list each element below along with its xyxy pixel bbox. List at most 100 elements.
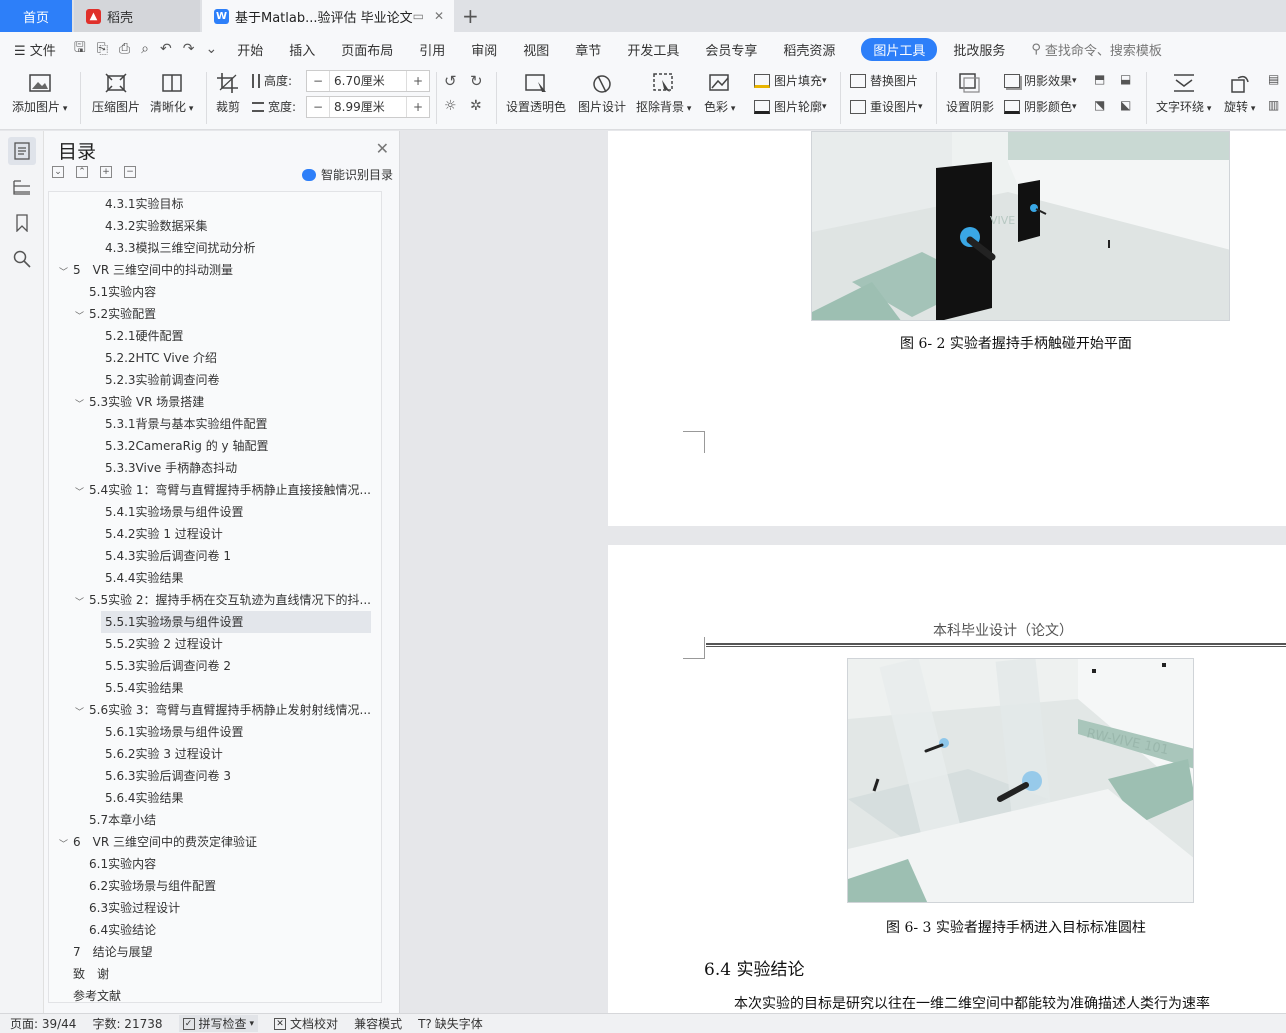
redo-icon[interactable]: ↷ [183, 41, 195, 57]
toc-item[interactable]: 5.6.2实验 3 过程设计 [105, 743, 375, 765]
rotate-button[interactable]: 旋转 ▾ [1224, 72, 1255, 115]
toc-item[interactable]: 5.3.2CameraRig 的 y 轴配置 [105, 435, 375, 457]
compress-picture-button[interactable]: 压缩图片 [92, 72, 140, 115]
figure-6-3-image[interactable]: RW-VIVE 101 [847, 658, 1194, 903]
width-decrease-button[interactable]: − [307, 100, 329, 114]
cloud-sync-icon[interactable]: ▭ [413, 9, 424, 23]
toc-item[interactable]: 4.3.3模拟三维空间扰动分析 [105, 237, 375, 259]
toc-expand-chevron-icon[interactable]: ﹀ [59, 265, 68, 278]
menu-page-layout[interactable]: 页面布局 [341, 40, 393, 59]
toc-item[interactable]: 5.2.3实验前调查问卷 [105, 369, 375, 391]
toc-item[interactable]: 6.4实验结论 [89, 919, 375, 941]
menu-daoke-resources[interactable]: 稻壳资源 [783, 40, 835, 59]
toc-item[interactable]: 5.3.3Vive 手柄静态抖动 [105, 457, 375, 479]
height-increase-button[interactable]: + [407, 74, 429, 88]
toc-item[interactable]: 5.4.2实验 1 过程设计 [105, 523, 375, 545]
smart-toc-button[interactable]: 智能识别目录 [301, 166, 393, 183]
undo-icon[interactable]: ↶ [160, 41, 172, 57]
toc-item[interactable]: 5.1实验内容 [89, 281, 375, 303]
toc-item[interactable]: 5.5.2实验 2 过程设计 [105, 633, 375, 655]
toc-icon[interactable] [8, 137, 36, 165]
add-picture-button[interactable]: 添加图片 ▾ [12, 72, 67, 115]
menu-insert[interactable]: 插入 [289, 40, 315, 59]
document-canvas[interactable]: VIVE 图 6- 2 实验者握持手柄触碰开始平面 本科毕业设计（论文） RW-… [401, 131, 1286, 1013]
toc-item[interactable]: 5.6.4实验结果 [105, 787, 375, 809]
toc-expand-chevron-icon[interactable]: ﹀ [75, 705, 84, 718]
toc-item[interactable]: 5.5.3实验后调查问卷 2 [105, 655, 375, 677]
group-icon[interactable]: ▥ [1268, 98, 1279, 112]
shadow-effect-button[interactable]: 阴影效果 ▾ [1004, 72, 1077, 89]
picture-design-button[interactable]: 图片设计 [578, 72, 626, 115]
spell-check-button[interactable]: ✓ 拼写检查 ▾ [178, 1015, 259, 1032]
toc-item[interactable]: 5.2.1硬件配置 [105, 325, 375, 347]
new-tab-button[interactable]: + [462, 4, 479, 28]
rotate-left-icon[interactable]: ↺ [444, 72, 457, 90]
picture-outline-button[interactable]: 图片轮廓 ▾ [754, 98, 827, 115]
toc-item[interactable]: 5.4实验 1：弯臂与直臂握持手柄静止直接接触情况... [89, 479, 375, 501]
toc-expand-chevron-icon[interactable]: ﹀ [75, 309, 84, 322]
toc-item[interactable]: 5.5.4实验结果 [105, 677, 375, 699]
toc-close-icon[interactable]: ✕ [376, 139, 389, 158]
toc-expand-chevron-icon[interactable]: ﹀ [75, 595, 84, 608]
command-search[interactable]: ⚲ 查找命令、搜索模板 [1031, 40, 1162, 59]
menu-section[interactable]: 章节 [575, 40, 601, 59]
expand-icon[interactable]: ⌄ [52, 166, 64, 178]
picture-fill-button[interactable]: 图片填充 ▾ [754, 72, 827, 89]
shadow-right-icon[interactable]: ⬓ [1120, 72, 1131, 86]
compat-mode[interactable]: 兼容模式 [354, 1015, 402, 1032]
width-value[interactable]: 8.99厘米 [329, 97, 407, 117]
collapse-icon[interactable]: ⌃ [76, 166, 88, 178]
toc-item[interactable]: 6.2实验场景与组件配置 [89, 875, 375, 897]
find-icon[interactable] [8, 245, 36, 273]
menu-start[interactable]: 开始 [237, 40, 263, 59]
set-transparent-button[interactable]: 设置透明色 [506, 72, 566, 115]
height-spinner[interactable]: − 6.70厘米 + [306, 70, 430, 92]
toc-item[interactable]: 7 结论与展望 [73, 941, 375, 963]
reset-picture-button[interactable]: 重设图片 ▾ [850, 98, 923, 115]
word-count[interactable]: 字数: 21738 [92, 1015, 162, 1032]
set-shadow-button[interactable]: 设置阴影 [946, 72, 994, 115]
document-page[interactable]: 本科毕业设计（论文） RW-VIVE 101 图 6- 3 实验者握持手柄进入目… [608, 545, 1286, 1013]
menu-references[interactable]: 引用 [419, 40, 445, 59]
page-indicator[interactable]: 页面: 39/44 [10, 1015, 76, 1032]
missing-font-button[interactable]: T? 缺失字体 [418, 1015, 483, 1032]
toc-item[interactable]: 5.7本章小结 [89, 809, 375, 831]
preview-icon[interactable]: ⌕ [141, 41, 149, 57]
width-spinner[interactable]: − 8.99厘米 + [306, 96, 430, 118]
toc-item[interactable]: 5 VR 三维空间中的抖动测量 [73, 259, 375, 281]
add-heading-icon[interactable]: + [100, 166, 112, 178]
shadow-left-icon[interactable]: ⬔ [1094, 98, 1105, 112]
toc-item[interactable]: 5.3实验 VR 场景搭建 [89, 391, 375, 413]
toc-scrollbar[interactable] [381, 652, 382, 1003]
rotate-right-icon[interactable]: ↻ [470, 72, 483, 90]
height-value[interactable]: 6.70厘米 [329, 71, 407, 91]
menu-member[interactable]: 会员专享 [705, 40, 757, 59]
document-page[interactable]: VIVE 图 6- 2 实验者握持手柄触碰开始平面 [608, 131, 1286, 526]
toc-item[interactable]: 致 谢 [73, 963, 375, 985]
toc-expand-chevron-icon[interactable]: ﹀ [59, 837, 68, 850]
close-icon[interactable]: ✕ [434, 9, 444, 23]
proofread-button[interactable]: ✕ 文档校对 [274, 1015, 338, 1032]
toc-item[interactable]: 4.3.1实验目标 [105, 193, 375, 215]
align-icon[interactable]: ▤ [1268, 72, 1279, 86]
bookmark-icon[interactable] [8, 209, 36, 237]
toc-item[interactable]: 5.2实验配置 [89, 303, 375, 325]
toc-item[interactable]: 4.3.2实验数据采集 [105, 215, 375, 237]
toc-item[interactable]: 5.4.3实验后调查问卷 1 [105, 545, 375, 567]
height-decrease-button[interactable]: − [307, 74, 329, 88]
remove-background-button[interactable]: 抠除背景 ▾ [636, 72, 691, 115]
remove-heading-icon[interactable]: − [124, 166, 136, 178]
export-pdf-icon[interactable]: ⎘ [97, 41, 108, 57]
toc-item[interactable]: 5.5.1实验场景与组件设置 [101, 611, 371, 633]
toc-item[interactable]: 5.4.4实验结果 [105, 567, 375, 589]
toc-item[interactable]: 5.3.1背景与基本实验组件配置 [105, 413, 375, 435]
menu-developer[interactable]: 开发工具 [627, 40, 679, 59]
tab-home[interactable]: 首页 [0, 0, 72, 32]
toc-expand-chevron-icon[interactable]: ﹀ [75, 485, 84, 498]
menu-view[interactable]: 视图 [523, 40, 549, 59]
tab-document[interactable]: W 基于Matlab...验评估 毕业论文 ▭ ✕ [202, 0, 454, 32]
crop-button[interactable]: 裁剪 [216, 72, 240, 115]
toc-item[interactable]: 5.5实验 2：握持手柄在交互轨迹为直线情况下的抖... [89, 589, 375, 611]
replace-picture-button[interactable]: 替换图片 [850, 72, 918, 89]
toc-item[interactable]: 6.1实验内容 [89, 853, 375, 875]
